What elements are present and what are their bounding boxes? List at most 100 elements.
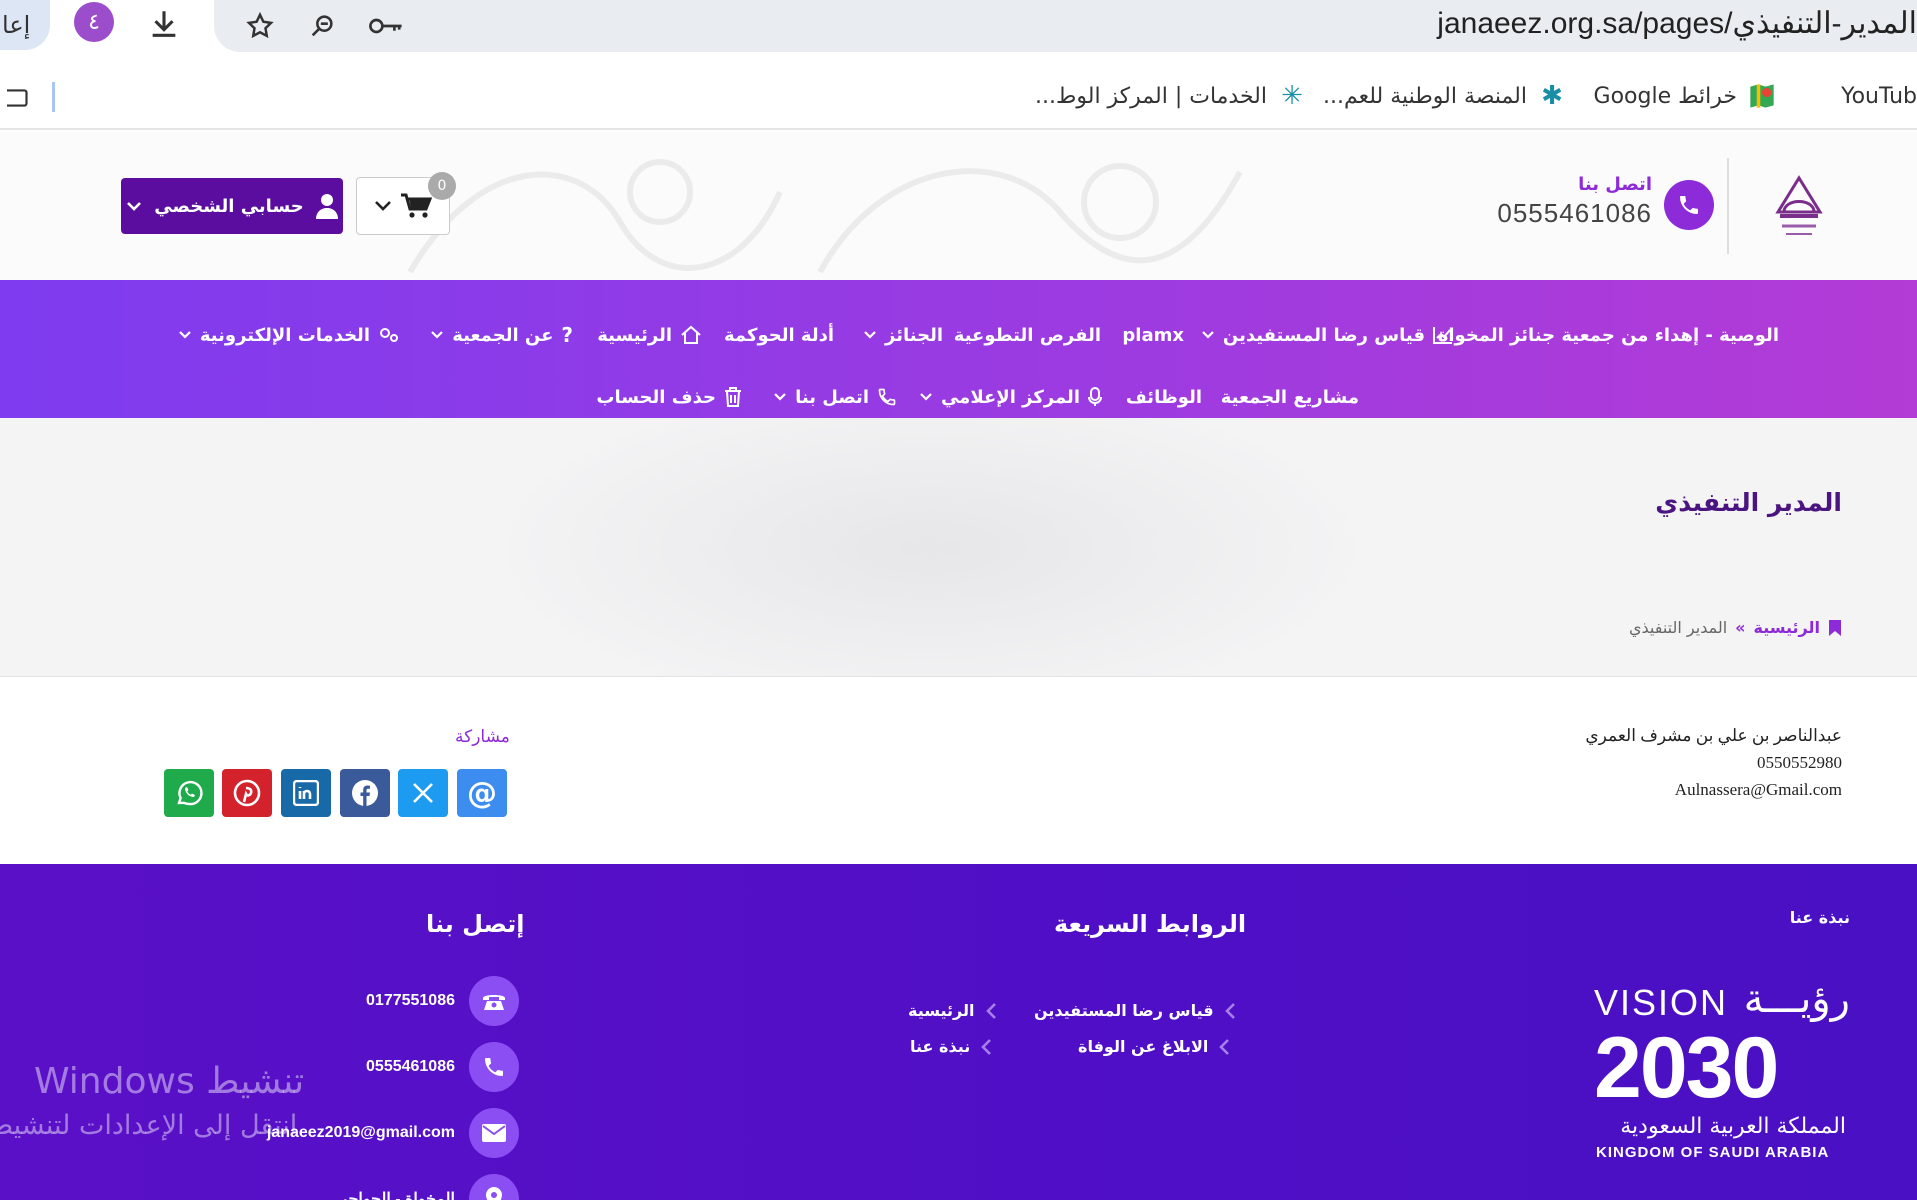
nav-label: اتصل بنا	[795, 386, 869, 408]
cart-icon	[401, 193, 432, 218]
mail-icon	[469, 1108, 519, 1158]
nav-will[interactable]: الوصية - إهداء من جمعية جنائز المخواة	[1438, 315, 1779, 355]
account-button[interactable]: حسابي الشخصي	[121, 178, 343, 234]
whatsapp-icon	[177, 780, 203, 806]
footer-contact-title: إتصل بنا	[426, 910, 525, 938]
breadcrumb-separator: »	[1735, 618, 1746, 637]
site-footer: نبذة عنا الروابط السريعة إتصل بنا قياس ر…	[0, 864, 1917, 1200]
download-icon[interactable]	[144, 4, 184, 44]
breadcrumb-current: المدير التنفيذي	[1629, 618, 1728, 637]
nav-label: عن الجمعية	[452, 324, 554, 346]
page-title: المدير التنفيذي	[1655, 488, 1842, 517]
landline-icon	[469, 976, 519, 1026]
nav-home[interactable]: الرئيسية	[597, 315, 702, 355]
share-facebook-button[interactable]	[340, 769, 390, 817]
phone-icon	[878, 388, 896, 406]
chevron-down-icon	[920, 393, 932, 401]
zoom-icon[interactable]	[302, 6, 342, 46]
footer-link-home[interactable]: الرئيسية	[908, 1001, 997, 1020]
footer-link-label: قياس رضا المستفيدين	[1034, 1001, 1214, 1020]
breadcrumb-home[interactable]: الرئيسية	[1754, 618, 1821, 637]
chevron-down-icon	[1202, 331, 1214, 339]
nav-media-center[interactable]: المركز الإعلامي	[919, 377, 1102, 417]
microphone-icon	[1088, 387, 1102, 406]
nav-projects[interactable]: مشاريع الجمعية	[1221, 377, 1359, 417]
cart-count-badge: 0	[428, 172, 456, 200]
nav-label: أدلة الحوكمة	[724, 324, 834, 346]
vision-ar-top: رؤيـــة	[1743, 976, 1850, 1022]
footer-link-satisfaction[interactable]: قياس رضا المستفيدين	[1034, 1001, 1236, 1020]
share-email-button[interactable]: @	[457, 769, 507, 817]
association-logo[interactable]	[1770, 172, 1828, 240]
bookmark-youtube[interactable]: YouTub	[1841, 76, 1917, 116]
nav-label: الفرص التطوعية	[953, 324, 1101, 346]
bookmark-google-maps[interactable]: خرائط Google	[1594, 76, 1777, 116]
nav-plamx[interactable]: plamx	[1122, 315, 1184, 355]
executive-phone: 0550552980	[1757, 753, 1842, 772]
chevron-down-icon	[375, 201, 391, 211]
nav-label: حذف الحساب	[596, 386, 716, 408]
nav-label: plamx	[1122, 324, 1184, 346]
tab-partial[interactable]: إعا	[0, 0, 50, 50]
share-whatsapp-button[interactable]	[164, 769, 214, 817]
vision-2030-logo: VISION رؤيـــة 2030 المملكة العربية السع…	[1594, 976, 1850, 1161]
nav-delete-account[interactable]: حذف الحساب	[596, 377, 742, 417]
account-label: حسابي الشخصي	[154, 195, 304, 217]
nav-label: المركز الإعلامي	[940, 386, 1080, 408]
key-icon[interactable]	[366, 6, 406, 46]
nav-label: قياس رضا المستفيدين	[1222, 324, 1425, 346]
bookmark-national-platform[interactable]: ✱ المنصة الوطنية للعم...	[1323, 76, 1567, 116]
bookmark-label: المنصة الوطنية للعم...	[1322, 83, 1527, 109]
extension-badge[interactable]: ٤	[74, 2, 114, 42]
nav-label: الوصية - إهداء من جمعية جنائز المخواة	[1437, 324, 1779, 346]
chevron-left-icon	[981, 1038, 992, 1055]
nav-label: الجنائز	[885, 324, 943, 346]
home-icon	[681, 325, 701, 344]
bookmarks-bar: YouTub خرائط Google ✱ المنصة الوطنية للع…	[0, 64, 1917, 130]
executive-email: Aulnassera@Gmail.com	[1674, 780, 1842, 799]
bookmark-icon	[1829, 619, 1841, 636]
executive-name: عبدالناصر بن علي بن مشرف العمري	[1585, 726, 1842, 745]
bookmark-label: الخدمات | المركز الوط...	[1035, 83, 1267, 109]
banner-shade	[480, 418, 1380, 676]
nav-contact[interactable]: اتصل بنا	[773, 377, 897, 417]
share-pinterest-button[interactable]	[222, 769, 272, 817]
footer-link-about[interactable]: نبذة عنا	[910, 1037, 992, 1056]
footer-link-report-death[interactable]: الابلاغ عن الوفاة	[1078, 1037, 1230, 1056]
facebook-icon	[352, 780, 378, 806]
chevron-left-icon	[1219, 1038, 1230, 1055]
windows-activation-title: تنشيط Windows	[34, 1061, 305, 1102]
share-linkedin-button[interactable]	[281, 769, 331, 817]
nav-funerals[interactable]: الجنائز	[863, 315, 943, 355]
header-ornament	[407, 159, 1243, 274]
tab-search-icon[interactable]	[0, 78, 40, 118]
star-icon[interactable]	[240, 6, 280, 46]
chevron-down-icon	[774, 393, 786, 401]
footer-contact-value: 0555461086	[366, 1058, 455, 1075]
footer-contact-landline[interactable]: 0177551086	[366, 976, 519, 1026]
url-text[interactable]: janaeez.org.sa/pages/المدير-التنفيذي	[1437, 6, 1917, 41]
linkedin-icon	[293, 780, 319, 806]
chevron-left-icon	[985, 1002, 996, 1019]
chevron-down-icon	[127, 201, 142, 211]
x-icon	[413, 783, 433, 803]
footer-contact-value: المخواة - الحواجر	[339, 1191, 455, 1200]
footer-contact-email[interactable]: janaeez2019@gmail.com	[267, 1108, 519, 1158]
nav-volunteering[interactable]: الفرص التطوعية	[954, 315, 1101, 355]
contact-phone[interactable]: 0555461086	[1497, 198, 1652, 229]
share-x-button[interactable]	[398, 769, 448, 817]
phone-icon	[469, 1042, 519, 1092]
footer-link-label: نبذة عنا	[910, 1037, 971, 1056]
footer-contact-location[interactable]: المخواة - الحواجر	[340, 1174, 519, 1200]
footer-contact-mobile[interactable]: 0555461086	[366, 1042, 519, 1092]
address-bar[interactable]: janaeez.org.sa/pages/المدير-التنفيذي	[214, 0, 1917, 52]
nav-about[interactable]: ? عن الجمعية	[430, 315, 573, 355]
nav-jobs[interactable]: الوظائف	[1126, 377, 1202, 417]
bookmark-label: خرائط Google	[1593, 83, 1737, 109]
phone-icon[interactable]	[1664, 180, 1714, 230]
nav-governance[interactable]: أدلة الحوكمة	[724, 315, 834, 355]
chevron-down-icon	[179, 331, 191, 339]
bookmark-services[interactable]: ✳ الخدمات | المركز الوط...	[1035, 76, 1307, 116]
nav-eservices[interactable]: الخدمات الإلكترونية	[178, 315, 400, 355]
nav-satisfaction[interactable]: قياس رضا المستفيدين	[1201, 315, 1453, 355]
